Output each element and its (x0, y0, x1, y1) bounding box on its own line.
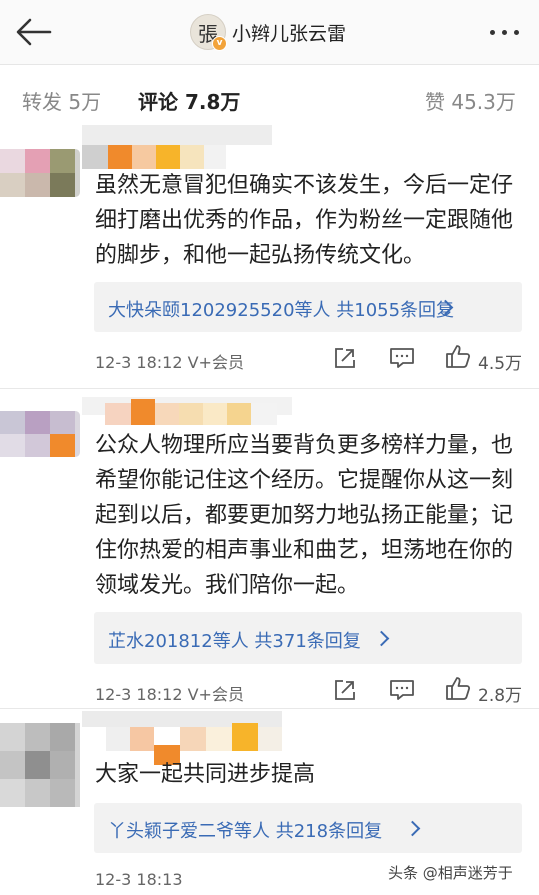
comment-time: 12-3 18:12 (95, 685, 183, 704)
comment-text: 虽然无意冒犯但确实不该发生，今后一定仔细打磨出优秀的作品，作为粉丝一定跟随他的脚… (95, 173, 514, 268)
vip-badge[interactable]: V+会员 (188, 353, 244, 372)
replies-link[interactable]: 大快朵颐1202925520等人 共1055条回复 (94, 282, 522, 332)
forward-icon[interactable] (333, 678, 357, 706)
tab-repost[interactable]: 转发 5万 (22, 86, 101, 115)
back-arrow-icon[interactable] (14, 16, 54, 48)
like-icon[interactable] (445, 675, 471, 705)
forward-icon[interactable] (333, 346, 357, 374)
comment-meta: 12-3 18:12 V+会员 (95, 681, 244, 705)
stats-tabs: 转发 5万 评论 7.8万 赞 45.3万 (0, 65, 539, 127)
chevron-right-icon (404, 820, 421, 837)
replies-link[interactable]: 丫头颖子爱二爷等人 共218条回复 (94, 803, 522, 853)
tab-comments[interactable]: 评论 7.8万 (138, 86, 240, 115)
avatar[interactable]: 張 v (190, 14, 227, 51)
replies-link[interactable]: 芷水201812等人 共371条回复 (94, 612, 522, 664)
comment-time: 12-3 18:13 (95, 870, 183, 889)
replies-summary: 丫头颖子爱二爷等人 共218条回复 (108, 821, 383, 842)
comment-icon[interactable] (389, 346, 415, 374)
top-bar: 張 v 小辫儿张云雷 (0, 0, 539, 65)
like-count: 4.5万 (478, 354, 523, 374)
comment-item: 公众人物理所应当要背负更多榜样力量，也希望你能记住这个经历。它提醒你从这一刻起到… (0, 389, 539, 709)
comment-text: 公众人物理所应当要背负更多榜样力量，也希望你能记住这个经历。它提醒你从这一刻起到… (95, 433, 514, 598)
comment-meta: 12-3 18:13 (95, 870, 183, 889)
comment-icon[interactable] (389, 678, 415, 706)
replies-summary: 芷水201812等人 共371条回复 (108, 631, 361, 652)
like-count: 2.8万 (478, 686, 523, 706)
more-options-icon[interactable] (485, 20, 525, 44)
watermark: 头条 @相声迷芳于 (388, 864, 513, 882)
tab-likes[interactable]: 赞 45.3万 (425, 86, 516, 115)
like-icon[interactable] (445, 343, 471, 373)
comment-item: 虽然无意冒犯但确实不该发生，今后一定仔细打磨出优秀的作品，作为粉丝一定跟随他的脚… (0, 125, 539, 390)
comment-text: 大家一起共同进步提高 (95, 762, 316, 787)
verified-badge-icon: v (212, 36, 227, 51)
vip-badge[interactable]: V+会员 (188, 685, 244, 704)
page-title[interactable]: 小辫儿张云雷 (232, 19, 346, 46)
comment-meta: 12-3 18:12 V+会员 (95, 349, 244, 373)
comment-time: 12-3 18:12 (95, 353, 183, 372)
chevron-right-icon (373, 630, 390, 647)
replies-summary: 大快朵颐1202925520等人 共1055条回复 (108, 300, 455, 321)
